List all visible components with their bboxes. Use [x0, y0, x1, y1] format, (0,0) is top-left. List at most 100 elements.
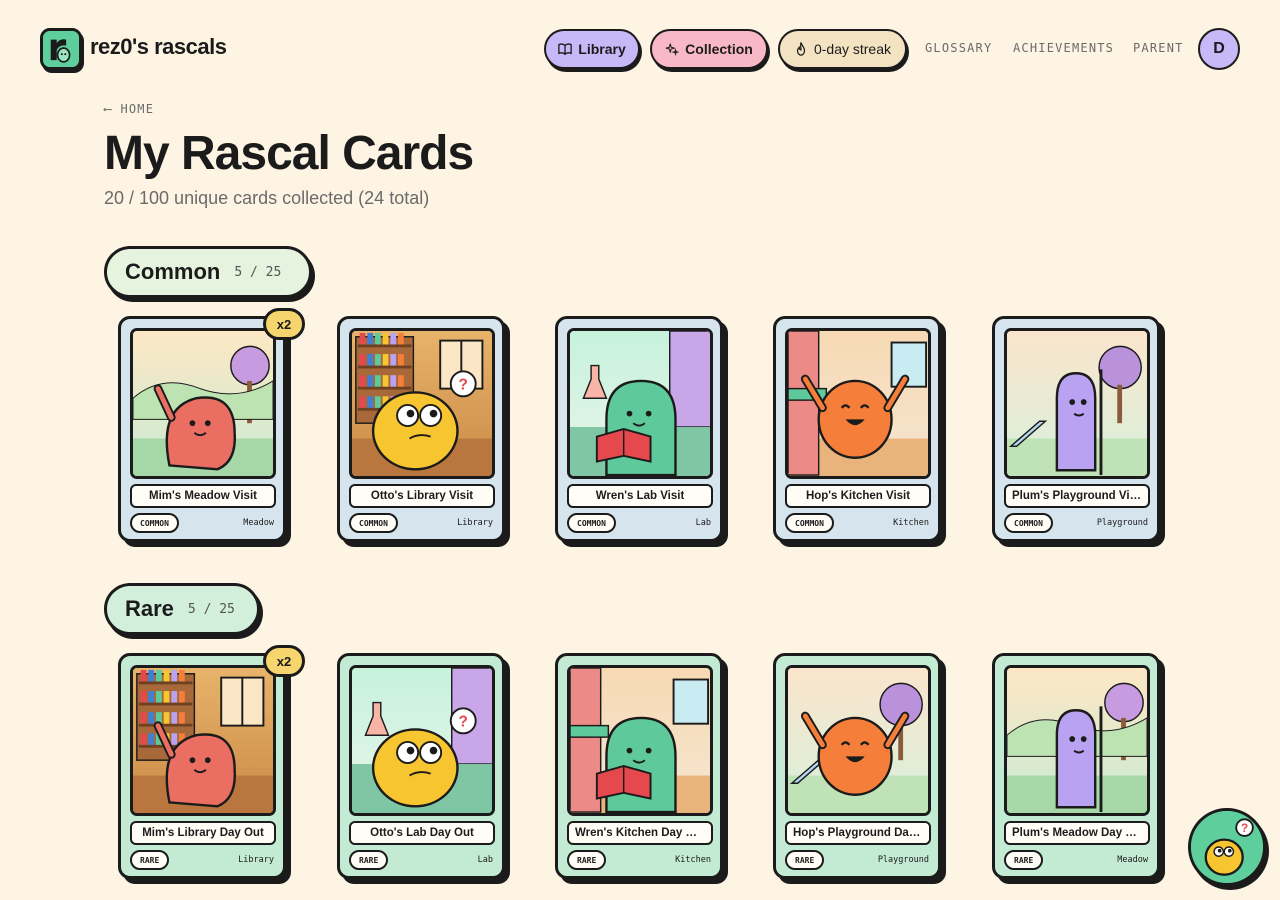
card-location: Library [457, 518, 493, 528]
card-title: Mim's Library Day Out [130, 821, 276, 845]
rarity-tag: COMMON [349, 513, 398, 533]
rascal-card[interactable]: Mim's Library Day Out RARE Library x2 [118, 645, 305, 879]
duplicate-count-badge: x2 [263, 308, 305, 340]
card-title-text: Hop's Kitchen Visit [805, 490, 911, 502]
card-location: Lab [695, 518, 711, 528]
card-footer: RARE Lab [349, 850, 493, 870]
section-name: Common [125, 259, 221, 284]
top-nav: rez0's rascals Library Collection 0-day … [0, 0, 1280, 98]
help-button[interactable]: ? [1188, 808, 1266, 886]
nav-achievements-link[interactable]: ACHIEVEMENTS [1013, 41, 1114, 55]
brand-name[interactable]: rez0's rascals [90, 34, 227, 60]
card-location: Kitchen [675, 855, 711, 865]
section-name: Rare [125, 596, 174, 621]
card-location: Meadow [1117, 855, 1148, 865]
nav-library-label: Library [578, 41, 626, 57]
card-illustration [1004, 328, 1150, 479]
rarity-tag: COMMON [130, 513, 179, 533]
arrow-left-icon: ⟵ [104, 102, 113, 116]
nav-library-button[interactable]: Library [544, 29, 640, 69]
card-footer: RARE Playground [785, 850, 929, 870]
card-illustration [567, 328, 713, 479]
card-title: Otto's Library Visit [349, 484, 495, 508]
card-illustration [130, 328, 276, 479]
rascal-card[interactable]: Wren's Kitchen Day Out RARE Kitchen [555, 653, 723, 879]
card-title: Otto's Lab Day Out [349, 821, 495, 845]
card-title-text: Otto's Library Visit [370, 490, 474, 502]
rarity-tag: RARE [1004, 850, 1044, 870]
back-home-label: HOME [120, 102, 155, 116]
card-footer: RARE Meadow [1004, 850, 1148, 870]
card-location: Playground [1096, 518, 1148, 528]
card-title: Wren's Kitchen Day Out [567, 821, 713, 845]
card-illustration: ? [349, 665, 495, 816]
card-title-text: Wren's Lab Visit [595, 490, 685, 502]
card-illustration [785, 328, 931, 479]
rascal-card[interactable]: Hop's Playground Day ... RARE Playground [773, 653, 941, 879]
duplicate-count-badge: x2 [263, 645, 305, 677]
rascal-card[interactable]: Plum's Playground Visit COMMON Playground [992, 316, 1160, 542]
book-icon [558, 43, 573, 56]
section-count: 5 / 25 [187, 601, 235, 617]
help-mascot-icon: ? [1191, 811, 1263, 883]
flame-icon [796, 42, 806, 56]
rarity-tag: RARE [349, 850, 389, 870]
card-title-text: Hop's Playground Day ... [793, 827, 923, 839]
card-title: Mim's Meadow Visit [130, 484, 276, 508]
rarity-tag: COMMON [567, 513, 616, 533]
streak-badge[interactable]: 0-day streak [778, 29, 907, 69]
svg-text:?: ? [459, 714, 468, 731]
card-footer: RARE Library [130, 850, 274, 870]
card-title-text: Wren's Kitchen Day Out [575, 827, 705, 839]
section-header-common: Common 5 / 25 [104, 246, 312, 298]
card-footer: COMMON Lab [567, 513, 711, 533]
nav-glossary-link[interactable]: GLOSSARY [925, 41, 992, 55]
card-footer: COMMON Playground [1004, 513, 1148, 533]
card-title: Plum's Playground Visit [1004, 484, 1150, 508]
card-footer: COMMON Meadow [130, 513, 274, 533]
rascal-card[interactable]: Hop's Kitchen Visit COMMON Kitchen [773, 316, 941, 542]
card-illustration [1004, 665, 1150, 816]
card-title: Plum's Meadow Day O... [1004, 821, 1150, 845]
rascal-card[interactable]: Mim's Meadow Visit COMMON Meadow x2 [118, 308, 305, 542]
card-illustration [130, 665, 276, 816]
card-location: Kitchen [893, 518, 929, 528]
card-title: Wren's Lab Visit [567, 484, 713, 508]
card-illustration [785, 665, 931, 816]
svg-text:?: ? [1241, 821, 1248, 835]
card-footer: COMMON Library [349, 513, 493, 533]
rarity-tag: RARE [130, 850, 170, 870]
svg-text:?: ? [459, 377, 468, 394]
card-footer: COMMON Kitchen [785, 513, 929, 533]
card-location: Library [238, 855, 274, 865]
rascal-card[interactable]: Plum's Meadow Day O... RARE Meadow [992, 653, 1160, 879]
streak-label: 0-day streak [813, 41, 892, 57]
user-avatar[interactable]: D [1198, 28, 1240, 70]
logo-icon[interactable] [40, 28, 82, 70]
card-title-text: Plum's Meadow Day O... [1012, 827, 1142, 839]
rarity-tag: RARE [785, 850, 825, 870]
rarity-tag: COMMON [785, 513, 834, 533]
rascal-card[interactable]: ? Otto's Library Visit COMMON Library [337, 316, 505, 542]
card-footer: RARE Kitchen [567, 850, 711, 870]
collection-progress: 20 / 100 unique cards collected (24 tota… [104, 188, 430, 208]
card-illustration: ? [349, 328, 495, 479]
section-header-rare: Rare 5 / 25 [104, 583, 260, 635]
nav-collection-label: Collection [685, 41, 753, 57]
card-location: Lab [477, 855, 493, 865]
sparkle-icon [665, 43, 680, 56]
card-location: Playground [877, 855, 929, 865]
nav-parent-link[interactable]: PARENT [1133, 41, 1184, 55]
card-illustration [567, 665, 713, 816]
page-title: My Rascal Cards [104, 127, 474, 180]
rascal-card[interactable]: Wren's Lab Visit COMMON Lab [555, 316, 723, 542]
rarity-tag: COMMON [1004, 513, 1053, 533]
back-home-link[interactable]: ⟵ HOME [104, 102, 154, 116]
rascal-card[interactable]: ? Otto's Lab Day Out RARE Lab [337, 653, 505, 879]
card-title-text: Plum's Playground Visit [1012, 490, 1142, 502]
card-location: Meadow [243, 518, 274, 528]
section-count: 5 / 25 [234, 264, 282, 280]
card-title-text: Otto's Lab Day Out [370, 827, 474, 839]
rarity-tag: RARE [567, 850, 607, 870]
nav-collection-button[interactable]: Collection [650, 29, 768, 69]
